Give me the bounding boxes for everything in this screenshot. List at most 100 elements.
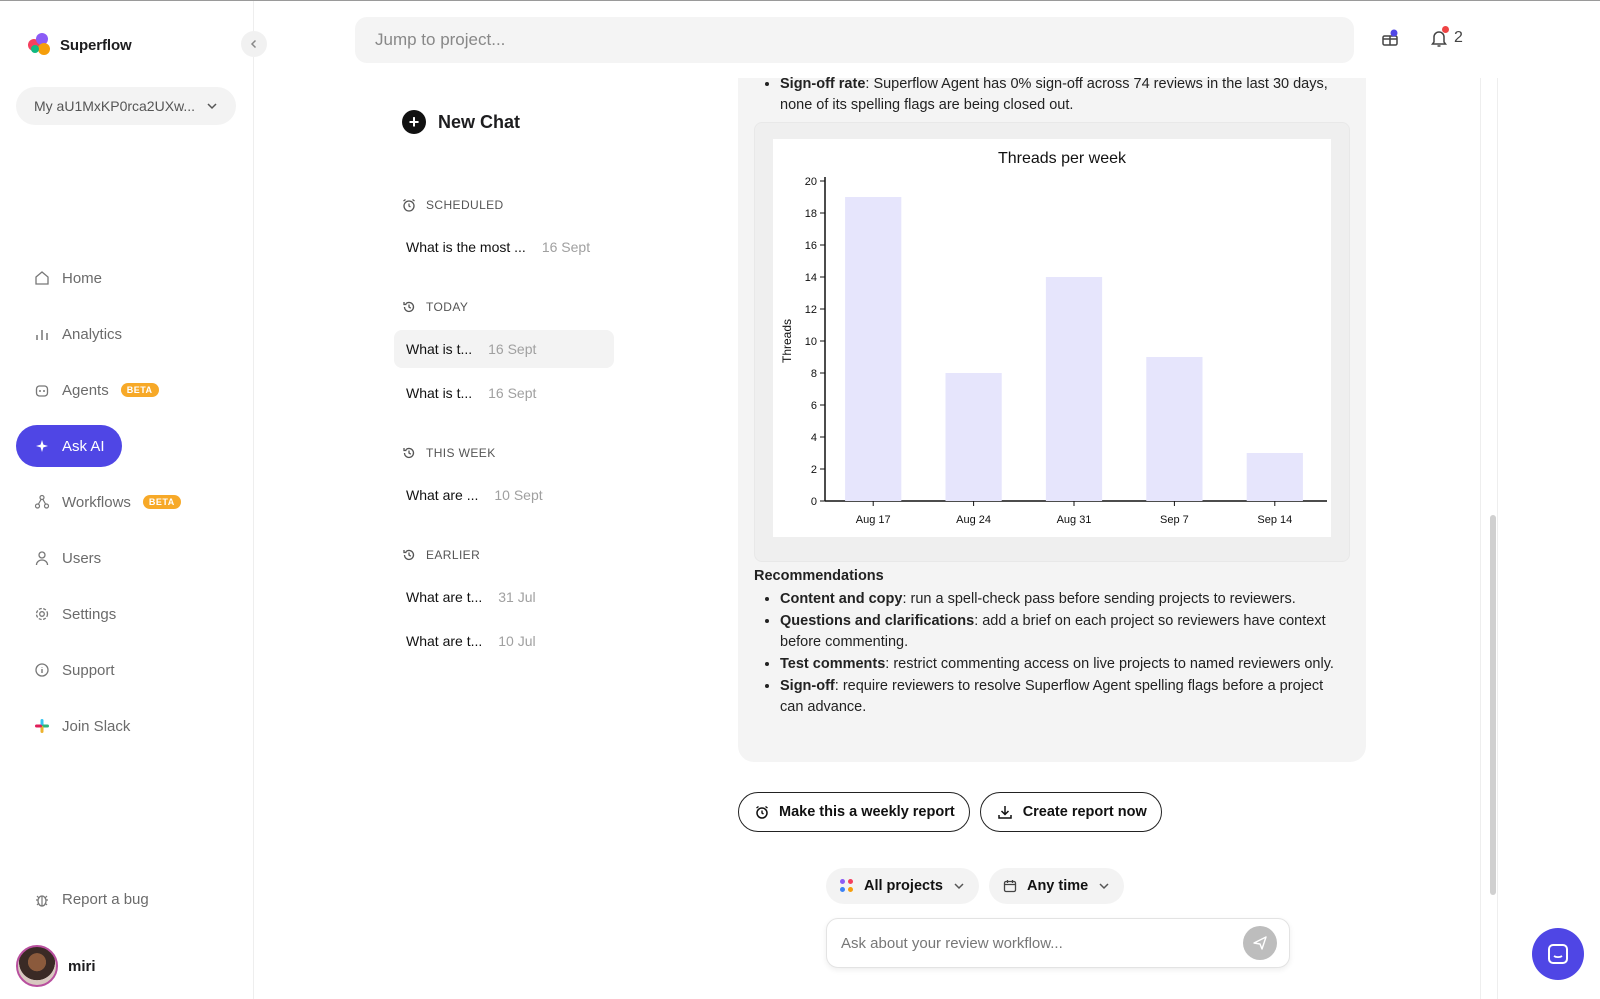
chat-history-item[interactable]: What are ... 10 Sept [394, 476, 614, 514]
chat-history-item[interactable]: What is t... 16 Sept [394, 330, 614, 368]
workspace-selector[interactable]: My aU1MxKP0rca2UXw... [16, 87, 236, 125]
user-profile[interactable]: miri [16, 945, 96, 987]
home-icon [34, 270, 50, 286]
chat-section-scheduled: SCHEDULED What is the most ... 16 Sept [402, 198, 614, 266]
history-icon [402, 300, 416, 314]
recommendation-topic: Sign-off [780, 678, 835, 694]
scrollbar-thumb[interactable] [1490, 515, 1496, 895]
y-tick-label: 16 [805, 240, 817, 252]
nav-item-workflows[interactable]: Workflows BETA [16, 481, 226, 523]
user-icon [34, 550, 50, 566]
info-icon [34, 662, 50, 678]
search-placeholder: Jump to project... [375, 30, 506, 49]
section-title: TODAY [426, 300, 469, 314]
y-tick-label: 6 [811, 400, 817, 412]
x-tick-label: Sep 7 [1160, 514, 1189, 526]
bar-chart-icon [34, 326, 50, 342]
support-chat-button[interactable] [1532, 928, 1584, 980]
y-tick-label: 12 [805, 304, 817, 316]
chat-history-item[interactable]: What is the most ... 16 Sept [394, 228, 614, 266]
jump-to-project-input[interactable]: Jump to project... [355, 17, 1354, 63]
chat-date: 10 Sept [494, 487, 543, 503]
bug-icon [36, 894, 48, 907]
create-report-button[interactable]: Create report now [979, 792, 1162, 832]
chat-history-item[interactable]: What are t... 10 Jul [394, 622, 614, 660]
y-axis-label: Threads [780, 319, 794, 363]
nav-item-support[interactable]: Support [16, 649, 226, 691]
nav-label: Join Slack [62, 717, 131, 735]
collapse-sidebar-button[interactable] [241, 31, 267, 57]
main-nav: Home Analytics Agents BETA Ask AI Workflows BE… [16, 257, 238, 761]
chat-title: What are t... [406, 633, 483, 649]
send-button[interactable] [1243, 926, 1277, 960]
brand[interactable]: Superflow [28, 33, 132, 57]
threads-per-week-chart: Threads per week Threads 0 2 4 6 8 10 12 14 16 18 20… [780, 150, 1327, 526]
message-actions: Make this a weekly report Create report … [738, 792, 1162, 832]
nav-item-ask-ai[interactable]: Ask AI [16, 425, 122, 467]
x-tick-label: Sep 14 [1257, 514, 1292, 526]
create-report-label: Create report now [1022, 804, 1147, 820]
message-summary: Sign-off rate: Superflow Agent has 0% si… [754, 74, 1344, 116]
y-tick-label: 20 [805, 176, 817, 188]
query-filters: All projects Any time [826, 868, 1125, 904]
beta-badge: BETA [142, 495, 181, 509]
chat-title: What is t... [406, 385, 473, 401]
time-filter-label: Any time [1026, 878, 1089, 894]
x-tick-label: Aug 17 [856, 514, 891, 526]
plus-icon: + [402, 110, 426, 134]
chevron-down-icon [1099, 883, 1109, 890]
y-tick-label: 10 [805, 336, 817, 348]
alarm-icon [402, 198, 416, 212]
chat-date: 31 Jul [498, 589, 536, 605]
calendar-icon [1003, 880, 1017, 893]
app-name: Superflow [60, 36, 132, 54]
bar-aug-31 [1045, 277, 1103, 501]
projects-filter[interactable]: All projects [826, 868, 979, 904]
notification-count: 2 [1454, 29, 1463, 46]
notifications-button[interactable]: 2 [1430, 26, 1463, 48]
history-icon [402, 446, 416, 460]
chevron-left-icon [250, 39, 257, 49]
new-chat-label: New Chat [438, 111, 521, 132]
y-tick-label: 14 [805, 272, 817, 284]
bell-icon [1430, 26, 1449, 48]
chart-container: Threads per week Threads 0 2 4 6 8 10 12 14 16 18 20… [773, 139, 1331, 537]
recommendations: Recommendations Content and copy: run a … [754, 566, 1350, 719]
nav-item-users[interactable]: Users [16, 537, 226, 579]
nav-item-analytics[interactable]: Analytics [16, 313, 226, 355]
nav-label: Workflows [62, 493, 131, 511]
gift-icon[interactable] [1380, 28, 1400, 48]
beta-badge: BETA [120, 383, 159, 397]
nav-item-join-slack[interactable]: Join Slack [16, 705, 226, 747]
nav-label: Agents [62, 381, 109, 399]
ask-placeholder: Ask about your review workflow... [841, 934, 1063, 952]
nav-label: Home [62, 269, 103, 287]
y-tick-label: 18 [805, 208, 817, 220]
x-tick-label: Aug 24 [956, 514, 991, 526]
nav-item-settings[interactable]: Settings [16, 593, 226, 635]
recommendation-item: Sign-off: require reviewers to resolve S… [780, 676, 1350, 718]
recommendations-list: Content and copy: run a spell-check pass… [754, 589, 1350, 718]
weekly-report-button[interactable]: Make this a weekly report [738, 792, 970, 832]
weekly-report-label: Make this a weekly report [779, 804, 955, 820]
avatar[interactable] [16, 945, 58, 987]
report-bug-link[interactable]: Report a bug [34, 891, 149, 908]
chart-title: Threads per week [998, 150, 1127, 167]
new-chat-button[interactable]: + New Chat [402, 108, 614, 136]
recommendation-topic: Test comments [780, 656, 886, 672]
nav-label: Ask AI [62, 437, 105, 455]
bar-sep-14 [1246, 453, 1303, 501]
chat-history-item[interactable]: What are t... 31 Jul [394, 578, 614, 616]
projects-filter-label: All projects [864, 878, 943, 894]
chat-title: What are ... [406, 487, 479, 503]
nav-item-agents[interactable]: Agents BETA [16, 369, 226, 411]
chat-title: What is the most ... [406, 239, 526, 255]
ask-ai-input[interactable]: Ask about your review workflow... [826, 918, 1290, 968]
y-tick-label: 4 [811, 432, 817, 444]
nav-item-home[interactable]: Home [16, 257, 226, 299]
chat-history-item[interactable]: What is t... 16 Sept [394, 374, 614, 412]
bar-aug-24 [945, 373, 1002, 501]
recommendation-text: : restrict commenting access on live pro… [885, 656, 1334, 672]
time-filter[interactable]: Any time [988, 868, 1125, 904]
workspace-name: My aU1MxKP0rca2UXw... [34, 98, 196, 114]
